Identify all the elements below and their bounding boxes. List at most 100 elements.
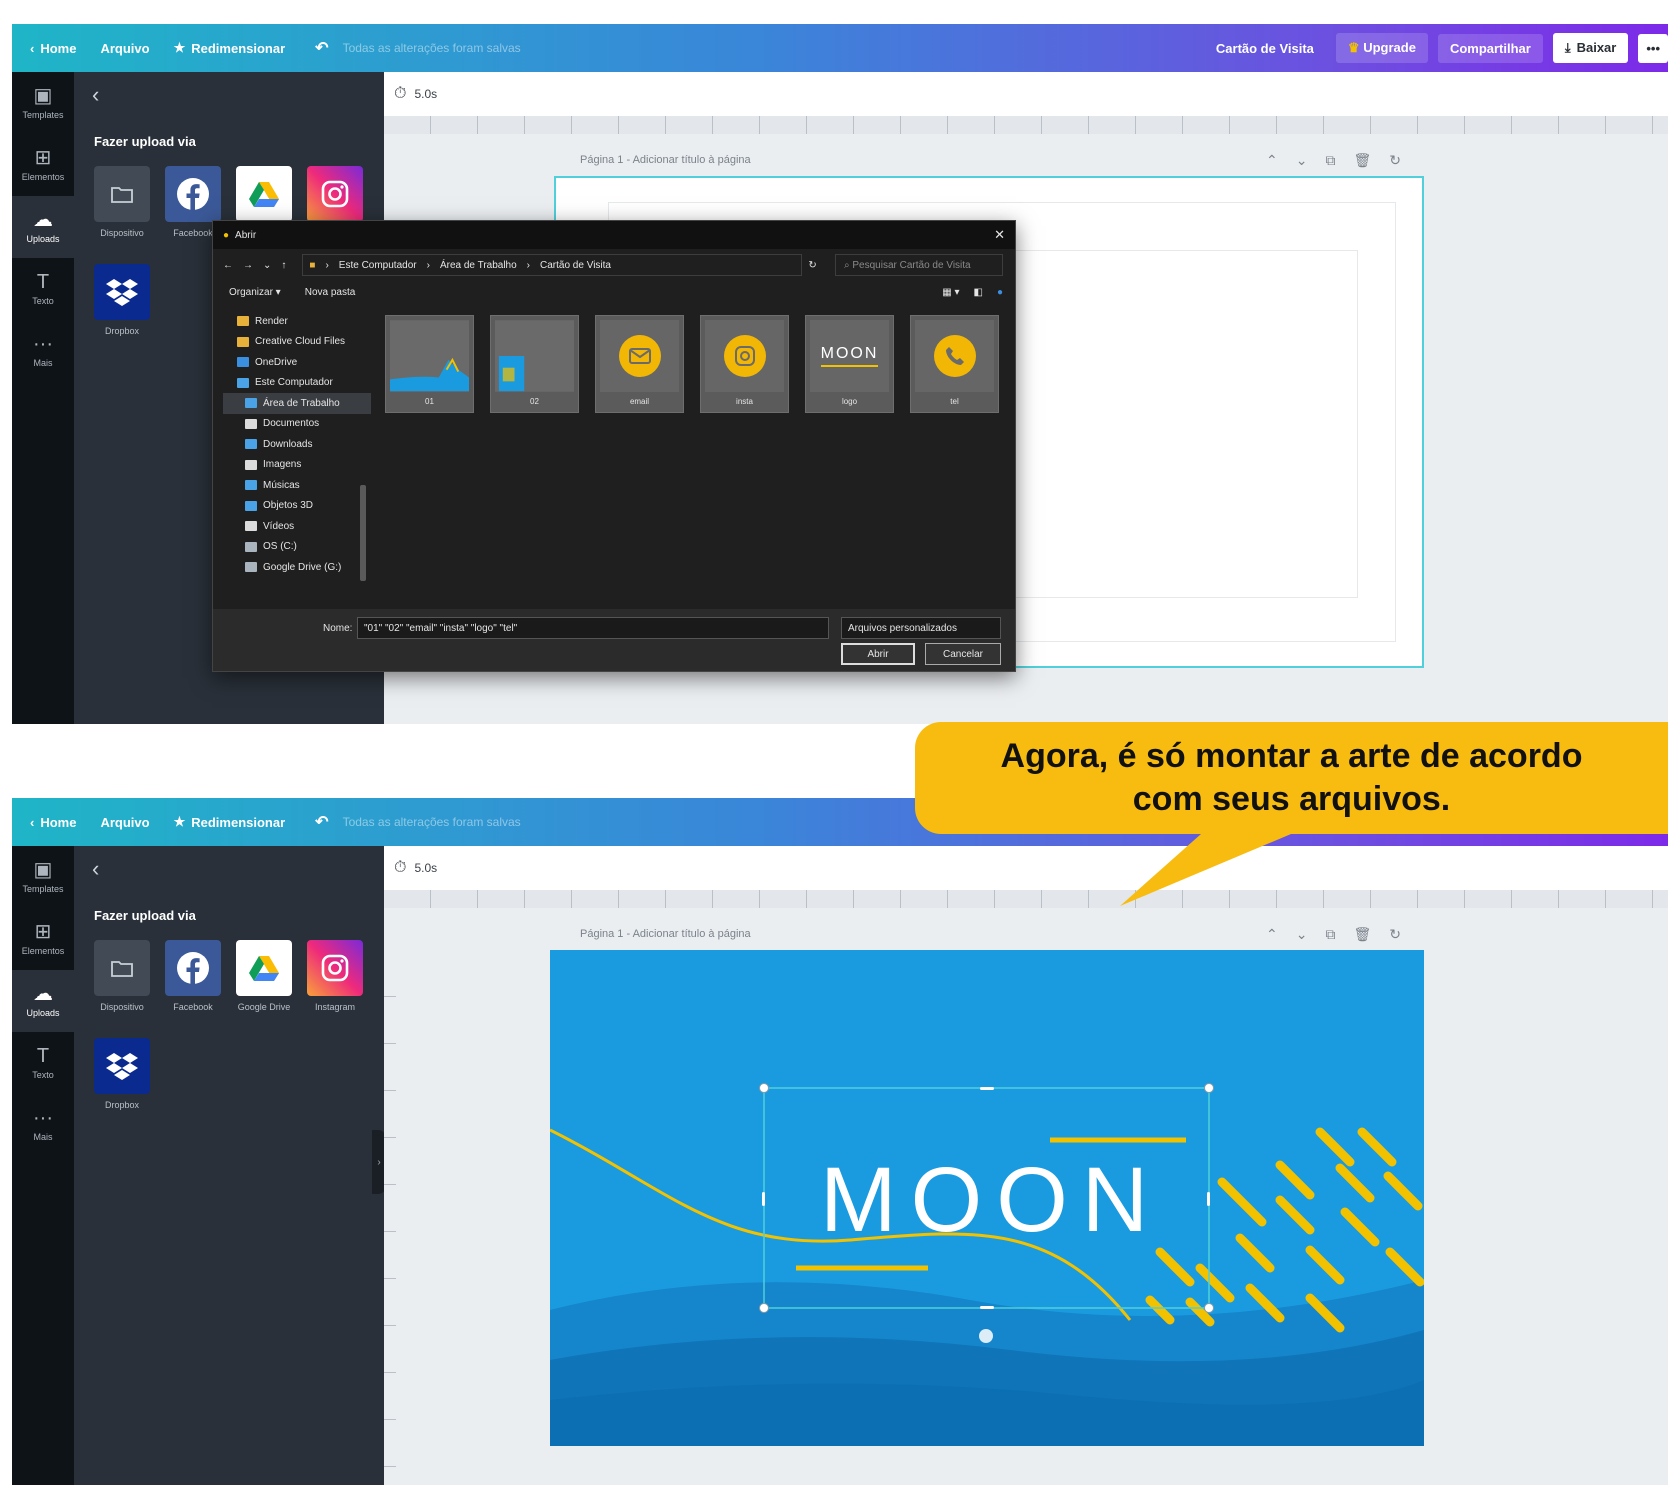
source-device[interactable]: Dispositivo [94,940,150,1012]
undo-icon[interactable]: ↶ [315,38,328,58]
share-button[interactable]: Compartilhar [1437,33,1543,63]
chevron-down-icon[interactable]: ⌄ [1296,926,1308,943]
chevron-up-icon[interactable]: ⌃ [1266,152,1278,169]
home-button[interactable]: ‹ Home [30,41,76,56]
tree-item[interactable]: Vídeos [223,516,371,537]
resize-button[interactable]: ★ Redimensionar [174,40,286,56]
tree-item[interactable]: Documentos [223,414,371,435]
undo-icon[interactable]: ↶ [315,812,328,832]
home-button[interactable]: ‹ Home [30,815,76,830]
panel-title: Fazer upload via [94,134,196,149]
drive-icon [245,541,257,552]
add-page-icon[interactable]: ↻ [1389,152,1401,169]
back-arrow-icon[interactable]: ← [223,260,233,271]
source-facebook[interactable]: Facebook [165,940,221,1012]
tree-item[interactable]: Imagens [223,455,371,476]
timer-icon[interactable]: ⏱ [394,85,406,103]
source-google-drive[interactable]: Google Drive [236,940,292,1012]
moon-logo[interactable]: MOON [820,1150,1160,1250]
new-folder-button[interactable]: Nova pasta [305,287,356,298]
dialog-view-options: ▦ ▾ ◧ ● [942,287,1003,298]
close-icon[interactable]: ✕ [994,227,1005,243]
more-options-button[interactable]: ••• [1638,33,1668,63]
dialog-footer: Nome: "01" "02" "email" "insta" "logo" "… [213,609,1015,671]
duplicate-icon[interactable]: ⧉ [1325,152,1335,169]
duplicate-icon[interactable]: ⧉ [1325,926,1335,943]
tree-item[interactable]: Downloads [223,434,371,455]
nav-uploads[interactable]: ☁ Uploads [12,196,74,258]
page-label[interactable]: Página 1 - Adicionar título à página [580,928,751,940]
preview-pane-icon[interactable]: ◧ [974,287,983,298]
tree-item[interactable]: Músicas [223,475,371,496]
tree-item[interactable]: OneDrive [223,352,371,373]
source-device[interactable]: Dispositivo [94,166,150,238]
elements-icon: ⊞ [34,147,52,169]
tree-item[interactable]: Creative Cloud Files [223,332,371,353]
nav-more[interactable]: ··· Mais [12,1094,74,1156]
cancel-button[interactable]: Cancelar [925,643,1001,665]
add-page-icon[interactable]: ↻ [1389,926,1401,943]
download-icon [245,439,257,450]
upgrade-button[interactable]: ♛ Upgrade [1335,33,1428,63]
path-segment[interactable]: Cartão de Visita [540,260,611,271]
view-mode-icon[interactable]: ▦ ▾ [942,287,959,298]
folder-icon: ■ [309,259,316,271]
dropbox-icon [94,1038,150,1094]
dropdown-icon[interactable]: ⌄ [263,260,271,271]
chevron-left-icon[interactable]: ‹ [92,82,99,108]
up-arrow-icon[interactable]: ↑ [281,260,286,271]
file-item[interactable]: MOON logo [805,315,894,413]
help-icon[interactable]: ● [997,287,1003,298]
file-item[interactable]: 01 [385,315,474,413]
scrollbar-thumb[interactable] [360,485,366,581]
dialog-search-input[interactable]: ⌕ Pesquisar Cartão de Visita [835,254,1003,276]
file-menu[interactable]: Arquivo [100,41,149,56]
design-name[interactable]: Cartão de Visita [1204,34,1326,63]
address-path[interactable]: ■ › Este Computador › Área de Trabalho › Ca… [302,254,803,276]
tree-scrollbar[interactable] [359,313,367,603]
tree-item-selected[interactable]: Área de Trabalho [223,393,371,414]
download-button[interactable]: ⤓ Baixar [1552,33,1629,63]
chevron-down-icon[interactable]: ⌄ [1296,152,1308,169]
file-item[interactable]: tel [910,315,999,413]
path-segment[interactable]: Área de Trabalho [440,260,517,271]
open-button[interactable]: Abrir [841,643,915,665]
horizontal-ruler [384,116,1668,134]
filename-input[interactable]: "01" "02" "email" "insta" "logo" "tel" [357,617,829,639]
nav-text[interactable]: T Texto [12,1032,74,1094]
source-instagram[interactable]: Instagram [307,940,363,1012]
forward-arrow-icon[interactable]: → [243,260,253,271]
tree-item[interactable]: Este Computador [223,373,371,394]
path-segment[interactable]: Este Computador [339,260,417,271]
trash-icon[interactable]: 🗑 [1353,152,1371,169]
tree-item[interactable]: Google Drive (G:) [223,557,371,578]
file-menu[interactable]: Arquivo [100,815,149,830]
tree-item[interactable]: OS (C:) [223,537,371,558]
chevron-left-icon: ‹ [30,40,35,56]
page-label[interactable]: Página 1 - Adicionar título à página [580,154,751,166]
file-item[interactable]: email [595,315,684,413]
trash-icon[interactable]: 🗑 [1353,926,1371,943]
business-card-design[interactable]: MOON [550,950,1424,1446]
source-dropbox[interactable]: Dropbox [94,1038,150,1110]
organize-button[interactable]: Organizar ▾ [229,287,281,298]
file-item[interactable]: insta [700,315,789,413]
timer-icon[interactable]: ⏱ [394,859,406,877]
file-item[interactable]: 02 [490,315,579,413]
nav-elements[interactable]: ⊞ Elementos [12,134,74,196]
source-dropbox[interactable]: Dropbox [94,264,150,336]
nav-uploads[interactable]: ☁ Uploads [12,970,74,1032]
chevron-left-icon[interactable]: ‹ [92,856,99,882]
tree-item[interactable]: Objetos 3D [223,496,371,517]
nav-templates[interactable]: ▣ Templates [12,846,74,908]
text-icon: T [36,271,50,293]
resize-button[interactable]: ★ Redimensionar [174,814,286,830]
nav-templates[interactable]: ▣ Templates [12,72,74,134]
tree-item[interactable]: Render [223,311,371,332]
chevron-up-icon[interactable]: ⌃ [1266,926,1278,943]
nav-text[interactable]: T Texto [12,258,74,320]
refresh-icon[interactable]: ↻ [808,260,816,271]
nav-elements[interactable]: ⊞ Elementos [12,908,74,970]
nav-more[interactable]: ··· Mais [12,320,74,382]
file-type-select[interactable]: Arquivos personalizados [841,617,1001,639]
